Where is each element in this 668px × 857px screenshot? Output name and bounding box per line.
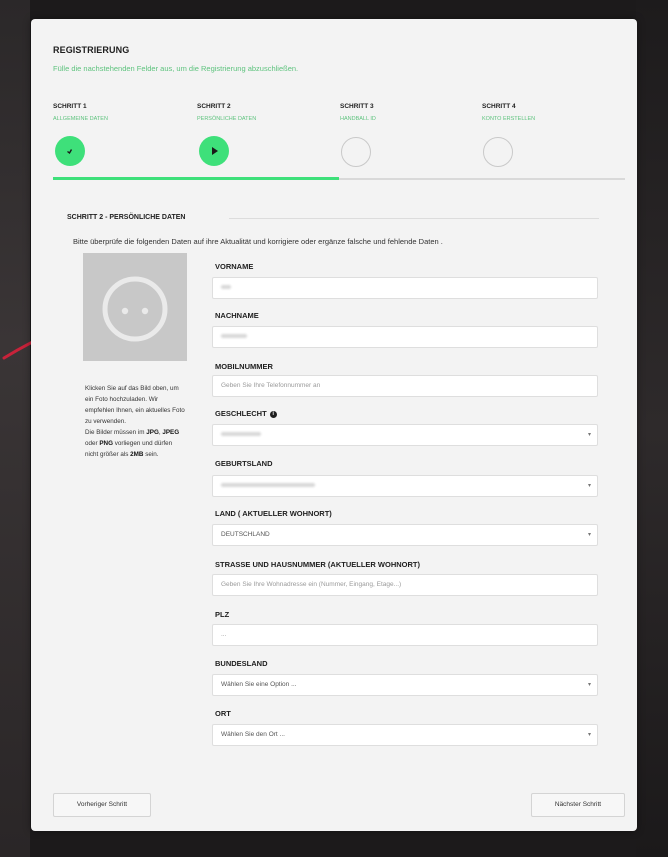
bundesland-select[interactable]: Wählen Sie eine Option ... ▾ bbox=[212, 674, 598, 696]
step-1-indicator[interactable] bbox=[55, 136, 85, 166]
step-4-name: KONTO ERSTELLEN bbox=[482, 116, 536, 122]
mobil-input[interactable]: Geben Sie Ihre Telefonnummer an bbox=[212, 375, 598, 397]
geschlecht-label: GESCHLECHT i bbox=[215, 409, 277, 418]
chevron-down-icon: ▾ bbox=[587, 682, 591, 688]
vorname-label: VORNAME bbox=[215, 262, 254, 271]
geburtsland-select[interactable]: ▾ bbox=[212, 475, 598, 497]
page-title: REGISTRIERUNG bbox=[53, 45, 130, 55]
ort-select[interactable]: Wählen Sie den Ort ... ▾ bbox=[212, 724, 598, 746]
strasse-label: STRASSE UND HAUSNUMMER (AKTUELLER WOHNOR… bbox=[215, 560, 420, 569]
step-3-name: HANDBALL ID bbox=[340, 116, 376, 122]
section-intro: Bitte überprüfe die folgenden Daten auf … bbox=[73, 237, 443, 246]
step-3-indicator[interactable] bbox=[341, 137, 371, 167]
progress-fill bbox=[53, 177, 339, 180]
chevron-down-icon: ▾ bbox=[587, 732, 591, 738]
plz-input[interactable]: ... bbox=[212, 624, 598, 646]
chevron-down-icon: ▾ bbox=[587, 432, 591, 438]
plz-label: PLZ bbox=[215, 610, 230, 619]
step-2-name: PERSÖNLICHE DATEN bbox=[197, 116, 257, 122]
photo-upload[interactable] bbox=[83, 253, 187, 361]
bundesland-label: BUNDESLAND bbox=[215, 659, 268, 668]
step-4-indicator[interactable] bbox=[483, 137, 513, 167]
play-icon bbox=[212, 147, 218, 155]
background-left bbox=[0, 0, 30, 857]
check-icon bbox=[67, 149, 73, 155]
vorname-input[interactable] bbox=[212, 277, 598, 299]
land-select[interactable]: DEUTSCHLAND ▾ bbox=[212, 524, 598, 546]
section-title: SCHRITT 2 - PERSÖNLICHE DATEN bbox=[67, 214, 186, 221]
nachname-label: NACHNAME bbox=[215, 311, 259, 320]
background-right bbox=[636, 0, 668, 857]
ort-label: ORT bbox=[215, 709, 231, 718]
step-1-number: SCHRITT 1 bbox=[53, 103, 87, 110]
page-subtitle: Fülle die nachstehenden Felder aus, um d… bbox=[53, 64, 299, 73]
chevron-down-icon: ▾ bbox=[587, 483, 591, 489]
next-step-button[interactable]: Nächster Schritt bbox=[531, 793, 625, 817]
info-icon[interactable]: i bbox=[269, 411, 277, 418]
registration-card: REGISTRIERUNG Fülle die nachstehenden Fe… bbox=[31, 19, 637, 831]
land-label: LAND ( AKTUELLER WOHNORT) bbox=[215, 509, 332, 518]
step-2-number: SCHRITT 2 bbox=[197, 103, 231, 110]
previous-step-button[interactable]: Vorheriger Schritt bbox=[53, 793, 151, 817]
mobil-label: MOBILNUMMER bbox=[215, 362, 273, 371]
nachname-input[interactable] bbox=[212, 326, 598, 348]
step-1-name: ALLGEMEINE DATEN bbox=[53, 116, 108, 122]
geschlecht-select[interactable]: ▾ bbox=[212, 424, 598, 446]
section-divider bbox=[229, 218, 599, 219]
face-placeholder-icon bbox=[102, 276, 168, 342]
step-4-number: SCHRITT 4 bbox=[482, 103, 516, 110]
geburtsland-label: GEBURTSLAND bbox=[215, 459, 273, 468]
step-2-indicator[interactable] bbox=[199, 136, 229, 166]
strasse-input[interactable]: Geben Sie Ihre Wohnadresse ein (Nummer, … bbox=[212, 574, 598, 596]
step-3-number: SCHRITT 3 bbox=[340, 103, 374, 110]
chevron-down-icon: ▾ bbox=[587, 532, 591, 538]
photo-instructions: Klicken Sie auf das Bild oben, um ein Fo… bbox=[85, 385, 185, 458]
